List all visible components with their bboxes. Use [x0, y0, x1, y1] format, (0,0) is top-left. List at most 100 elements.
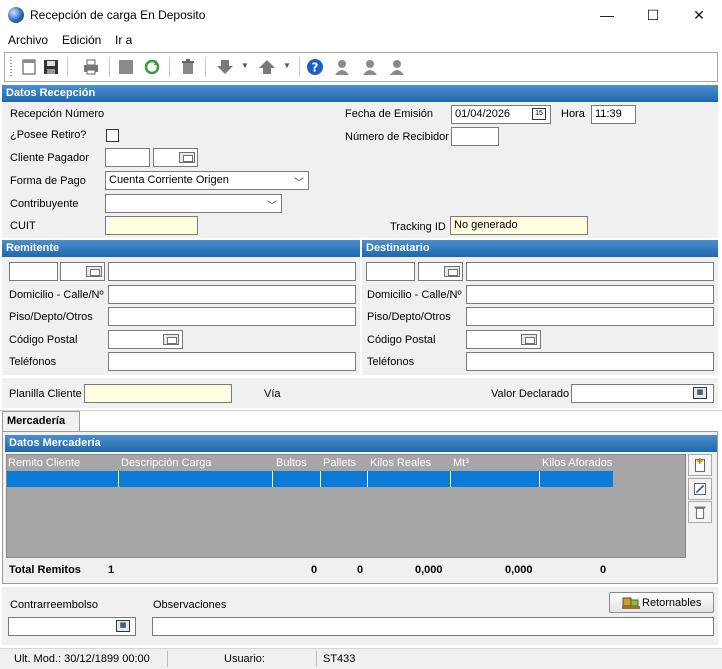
- cuit-label: CUIT: [10, 220, 36, 232]
- destinatario-piso-input[interactable]: [466, 307, 714, 326]
- cell[interactable]: [273, 471, 321, 487]
- remitente-telefonos-input[interactable]: [108, 352, 356, 371]
- total-remitos-value: 1: [108, 564, 115, 576]
- down-dropdown-icon[interactable]: ▼: [241, 61, 249, 70]
- minimize-button[interactable]: —: [584, 0, 630, 30]
- destinatario-search-input[interactable]: [418, 262, 463, 281]
- calculator-icon[interactable]: ▦: [116, 620, 130, 632]
- table-row[interactable]: [7, 471, 613, 487]
- hora-input[interactable]: 11:39: [591, 105, 636, 124]
- cliente-pagador-code-input[interactable]: [105, 148, 150, 167]
- new-document-icon[interactable]: [19, 57, 39, 77]
- cell[interactable]: [7, 471, 119, 487]
- stop-icon[interactable]: [116, 57, 136, 77]
- col-descripcion-carga[interactable]: Descripción Carga: [121, 455, 211, 471]
- remitente-domicilio-label: Domicilio - Calle/Nº: [9, 289, 104, 301]
- help-icon[interactable]: ?: [305, 57, 325, 77]
- delete-row-button[interactable]: [688, 501, 712, 523]
- menu-edicion[interactable]: Edición: [62, 33, 101, 47]
- via-label: Vía: [264, 388, 281, 400]
- col-kilos-reales[interactable]: Kilos Reales: [370, 455, 431, 471]
- col-kilos-aforados[interactable]: Kilos Aforados: [542, 455, 612, 471]
- forma-pago-select[interactable]: Cuenta Corriente Origen ﹀: [105, 171, 309, 190]
- refresh-icon[interactable]: [142, 57, 162, 77]
- users-icon[interactable]: [360, 57, 380, 77]
- tab-divider: [0, 410, 722, 411]
- menu-ir-a[interactable]: Ir a: [115, 33, 132, 47]
- remitente-cp-label: Código Postal: [9, 334, 78, 346]
- cuit-input[interactable]: [105, 216, 198, 235]
- toolbar: ▼ ▼ ?: [4, 52, 718, 82]
- delete-icon[interactable]: [178, 57, 198, 77]
- remitente-domicilio-input[interactable]: [108, 285, 356, 304]
- up-dropdown-icon[interactable]: ▼: [283, 61, 291, 70]
- app-globe-icon: [8, 7, 24, 23]
- retornables-button[interactable]: Retornables: [609, 592, 714, 613]
- up-arrow-icon[interactable]: [257, 57, 277, 77]
- lookup-icon[interactable]: [163, 334, 179, 345]
- close-button[interactable]: ✕: [676, 0, 722, 30]
- print-icon[interactable]: [81, 57, 101, 77]
- lookup-icon[interactable]: [444, 266, 460, 277]
- retornables-label: Retornables: [642, 597, 702, 609]
- col-mt3[interactable]: Mt³: [453, 455, 469, 471]
- mercaderia-grid[interactable]: Remito Cliente Descripción Carga Bultos …: [6, 454, 686, 558]
- fecha-emision-label: Fecha de Emisión: [345, 108, 434, 120]
- lookup-icon[interactable]: [179, 152, 195, 163]
- user-group-icon[interactable]: [387, 57, 407, 77]
- observaciones-input[interactable]: [152, 617, 714, 636]
- fecha-emision-input[interactable]: 01/04/2026 15: [451, 105, 551, 124]
- add-row-button[interactable]: ✚: [688, 454, 712, 476]
- destinatario-name-input[interactable]: [466, 262, 714, 281]
- total-bultos-value: 0: [311, 564, 318, 576]
- cliente-pagador-label: Cliente Pagador: [10, 152, 89, 164]
- planilla-input[interactable]: [84, 384, 232, 403]
- recepcion-numero-label: Recepción Número: [10, 108, 105, 120]
- cell[interactable]: [321, 471, 368, 487]
- cell[interactable]: [451, 471, 540, 487]
- remitente-piso-input[interactable]: [108, 307, 356, 326]
- remitente-cp-input[interactable]: [108, 330, 183, 349]
- col-bultos[interactable]: Bultos: [276, 455, 307, 471]
- remitente-search-input[interactable]: [60, 262, 105, 281]
- status-bar: Ult. Mod.: 30/12/1899 00:00 Usuario: ST4…: [0, 648, 722, 669]
- remitente-telefonos-label: Teléfonos: [9, 356, 57, 368]
- destinatario-domicilio-input[interactable]: [466, 285, 714, 304]
- down-arrow-icon[interactable]: [215, 57, 235, 77]
- destinatario-cp-label: Código Postal: [367, 334, 436, 346]
- user-icon[interactable]: [332, 57, 352, 77]
- remitente-code-input[interactable]: [9, 262, 58, 281]
- usuario-value: ST433: [323, 653, 356, 665]
- destinatario-code-input[interactable]: [366, 262, 415, 281]
- cliente-pagador-name-input[interactable]: [153, 148, 198, 167]
- save-icon[interactable]: [41, 57, 61, 77]
- calendar-icon[interactable]: 15: [532, 108, 546, 120]
- cell[interactable]: [368, 471, 451, 487]
- calculator-icon[interactable]: ▦: [693, 387, 707, 399]
- forma-pago-label: Forma de Pago: [10, 175, 86, 187]
- destinatario-telefonos-input[interactable]: [466, 352, 714, 371]
- posee-retiro-checkbox[interactable]: [106, 129, 119, 142]
- tracking-label: Tracking ID: [390, 221, 446, 233]
- datos-recepcion-header: Datos Recepción: [2, 85, 718, 102]
- contrarreembolso-input[interactable]: ▦: [8, 617, 136, 636]
- lookup-icon[interactable]: [86, 266, 102, 277]
- cell[interactable]: [540, 471, 613, 487]
- remitente-piso-label: Piso/Depto/Otros: [9, 311, 93, 323]
- contribuyente-select[interactable]: ﹀: [105, 194, 282, 213]
- edit-row-button[interactable]: [688, 478, 712, 500]
- menu-archivo[interactable]: Archivo: [8, 33, 48, 47]
- maximize-button[interactable]: ☐: [630, 0, 676, 30]
- destinatario-cp-input[interactable]: [466, 330, 541, 349]
- lookup-icon[interactable]: [521, 334, 537, 345]
- numero-recibidor-input[interactable]: [451, 127, 499, 146]
- col-remito-cliente[interactable]: Remito Cliente: [8, 455, 80, 471]
- valor-declarado-input[interactable]: ▦: [571, 384, 714, 403]
- col-pallets[interactable]: Pallets: [323, 455, 356, 471]
- tab-mercaderia[interactable]: Mercadería: [2, 411, 80, 432]
- cell[interactable]: [119, 471, 273, 487]
- remitente-name-input[interactable]: [108, 262, 356, 281]
- total-kilos-reales-value: 0,000: [415, 564, 443, 576]
- usuario-label: Usuario:: [224, 653, 265, 665]
- tracking-input: No generado: [450, 216, 588, 235]
